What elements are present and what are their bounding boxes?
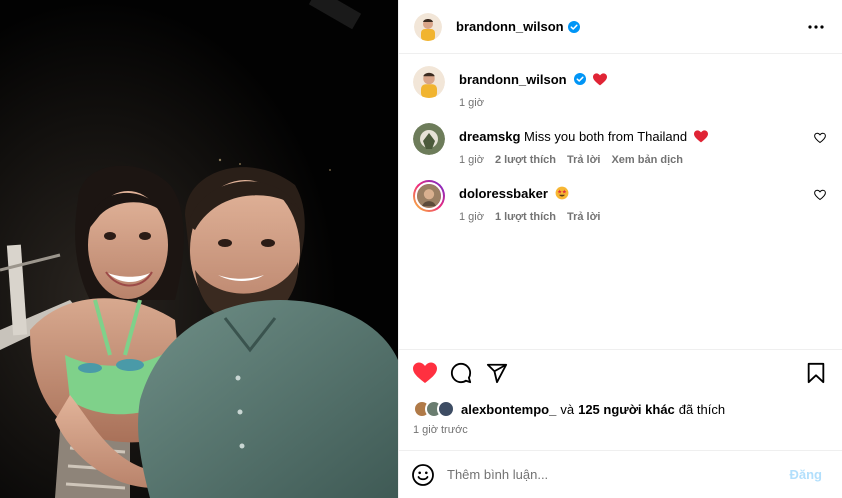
likes-suffix: đã thích [678,401,726,417]
caption-username[interactable]: brandonn_wilson [459,72,567,87]
comment-likes-count[interactable]: 2 lượt thích [495,154,556,166]
post-header: brandonn_wilson [399,0,842,54]
comment-time: 1 giờ [459,211,484,223]
other-likers-link[interactable]: 125 người khác [578,402,675,417]
post-dialog: brandonn_wilson brandonn_wilson 1 giờ dr… [0,0,842,498]
verified-badge-icon [567,20,580,33]
comment-username[interactable]: doloressbaker [459,186,548,201]
comment-composer: Đăng [399,450,842,498]
star-struck-emoji-icon [555,186,568,200]
post-side-panel: brandonn_wilson brandonn_wilson 1 giờ dr… [398,0,842,498]
share-button[interactable] [485,361,509,385]
more-horizontal-icon [808,24,824,29]
likes-summary: alexbontempo_ và 125 người khác đã thích [399,396,842,420]
red-heart-emoji-icon [693,130,708,143]
more-options-button[interactable] [804,15,828,39]
like-comment-heart-icon[interactable] [814,189,826,201]
save-button[interactable] [804,361,828,385]
caption-author-avatar[interactable] [413,66,445,98]
red-heart-emoji-icon [592,73,607,86]
comments-list: brandonn_wilson 1 giờ dreamskg Miss you … [399,54,842,349]
comment-text: Miss you both from Thailand [524,129,688,144]
reply-button[interactable]: Trả lời [567,211,601,223]
heart-filled-icon [413,362,437,383]
commenter-avatar[interactable] [413,123,445,155]
first-liker-username[interactable]: alexbontempo_ [461,402,556,417]
selfie-image [0,0,398,498]
comment-time: 1 giờ [459,154,484,166]
post-action-bar [399,349,842,396]
comment-item: dreamskg Miss you both from Thailand 1 g… [413,123,828,166]
send-icon [486,363,508,384]
like-comment-heart-icon[interactable] [814,132,826,144]
post-timestamp[interactable]: 1 giờ trước [399,420,842,450]
liker-avatar [437,400,455,418]
comment-likes-count[interactable]: 1 lượt thích [495,211,556,223]
comment-icon [450,362,472,384]
likes-connector: và [560,401,575,417]
commenter-avatar-story-ring[interactable] [413,180,445,212]
reply-button[interactable]: Trả lời [567,154,601,166]
comment-item: doloressbaker 1 giờ 1 lượt thích Trả lời [413,180,828,223]
comment-input[interactable] [447,467,790,482]
see-translation-button[interactable]: Xem bản dịch [611,154,683,166]
comment-button[interactable] [449,361,473,385]
like-button[interactable] [413,361,437,385]
caption-time: 1 giờ [459,97,484,109]
author-avatar[interactable] [414,12,442,41]
caption: brandonn_wilson 1 giờ [413,66,828,109]
bookmark-icon [807,362,825,384]
author-username[interactable]: brandonn_wilson [456,19,564,34]
liker-avatars[interactable] [413,400,455,418]
verified-badge-icon [574,73,587,85]
post-photo[interactable] [0,0,398,498]
smiley-icon[interactable] [411,463,435,487]
comment-username[interactable]: dreamskg [459,129,520,144]
post-comment-button[interactable]: Đăng [790,467,823,482]
